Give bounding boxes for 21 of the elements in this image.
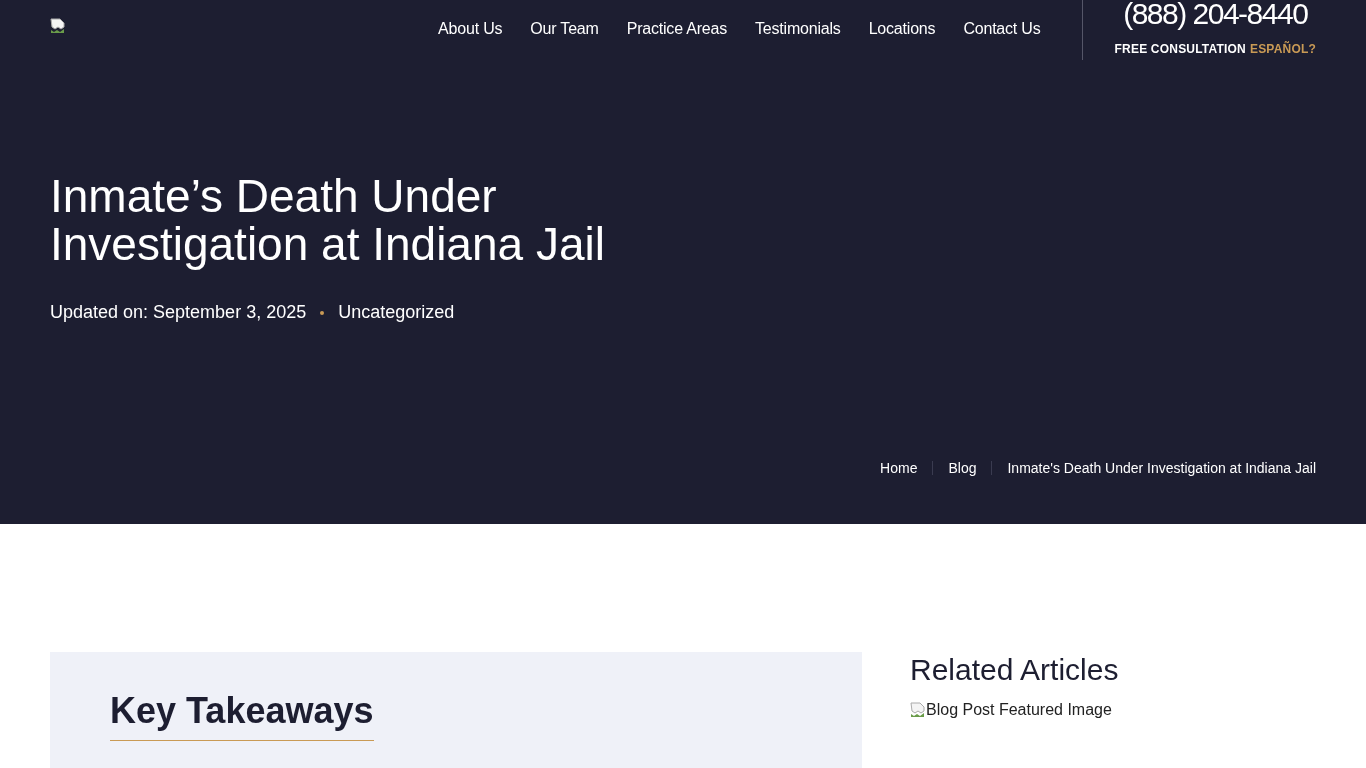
phone-number[interactable]: (888) 204-8440 — [1123, 0, 1308, 28]
nav-link[interactable]: Practice Areas — [626, 19, 728, 39]
nav-link[interactable]: Contact Us — [963, 19, 1041, 39]
consultation-label: FREE CONSULTATION — [1114, 42, 1246, 56]
breadcrumb-current: Inmate's Death Under Investigation at Indiana Jail — [1007, 460, 1316, 476]
nav-link[interactable]: About Us — [438, 19, 503, 39]
nav-link[interactable]: Our Team — [530, 19, 599, 39]
broken-image-icon — [50, 18, 66, 34]
nav-link[interactable]: Locations — [868, 19, 936, 39]
updated-date: Updated on: September 3, 2025 — [50, 302, 307, 323]
nav-link[interactable]: Testimonials — [755, 19, 841, 39]
language-link[interactable]: ESPAÑOL? — [1249, 42, 1316, 56]
breadcrumb-link[interactable]: Home — [880, 460, 918, 476]
related-articles-heading: Related Articles — [910, 652, 1119, 688]
category-link[interactable]: Uncategorized — [338, 302, 455, 323]
broken-image-icon — [910, 702, 926, 718]
key-takeaways-heading: Key Takeaways — [110, 690, 374, 741]
page-title: Inmate’s Death Under Investigation at Indiana Jail — [50, 172, 606, 268]
separator-dot — [320, 310, 325, 315]
breadcrumb-link[interactable]: Blog — [948, 460, 977, 476]
image-alt-text: Blog Post Featured Image — [926, 701, 1112, 719]
